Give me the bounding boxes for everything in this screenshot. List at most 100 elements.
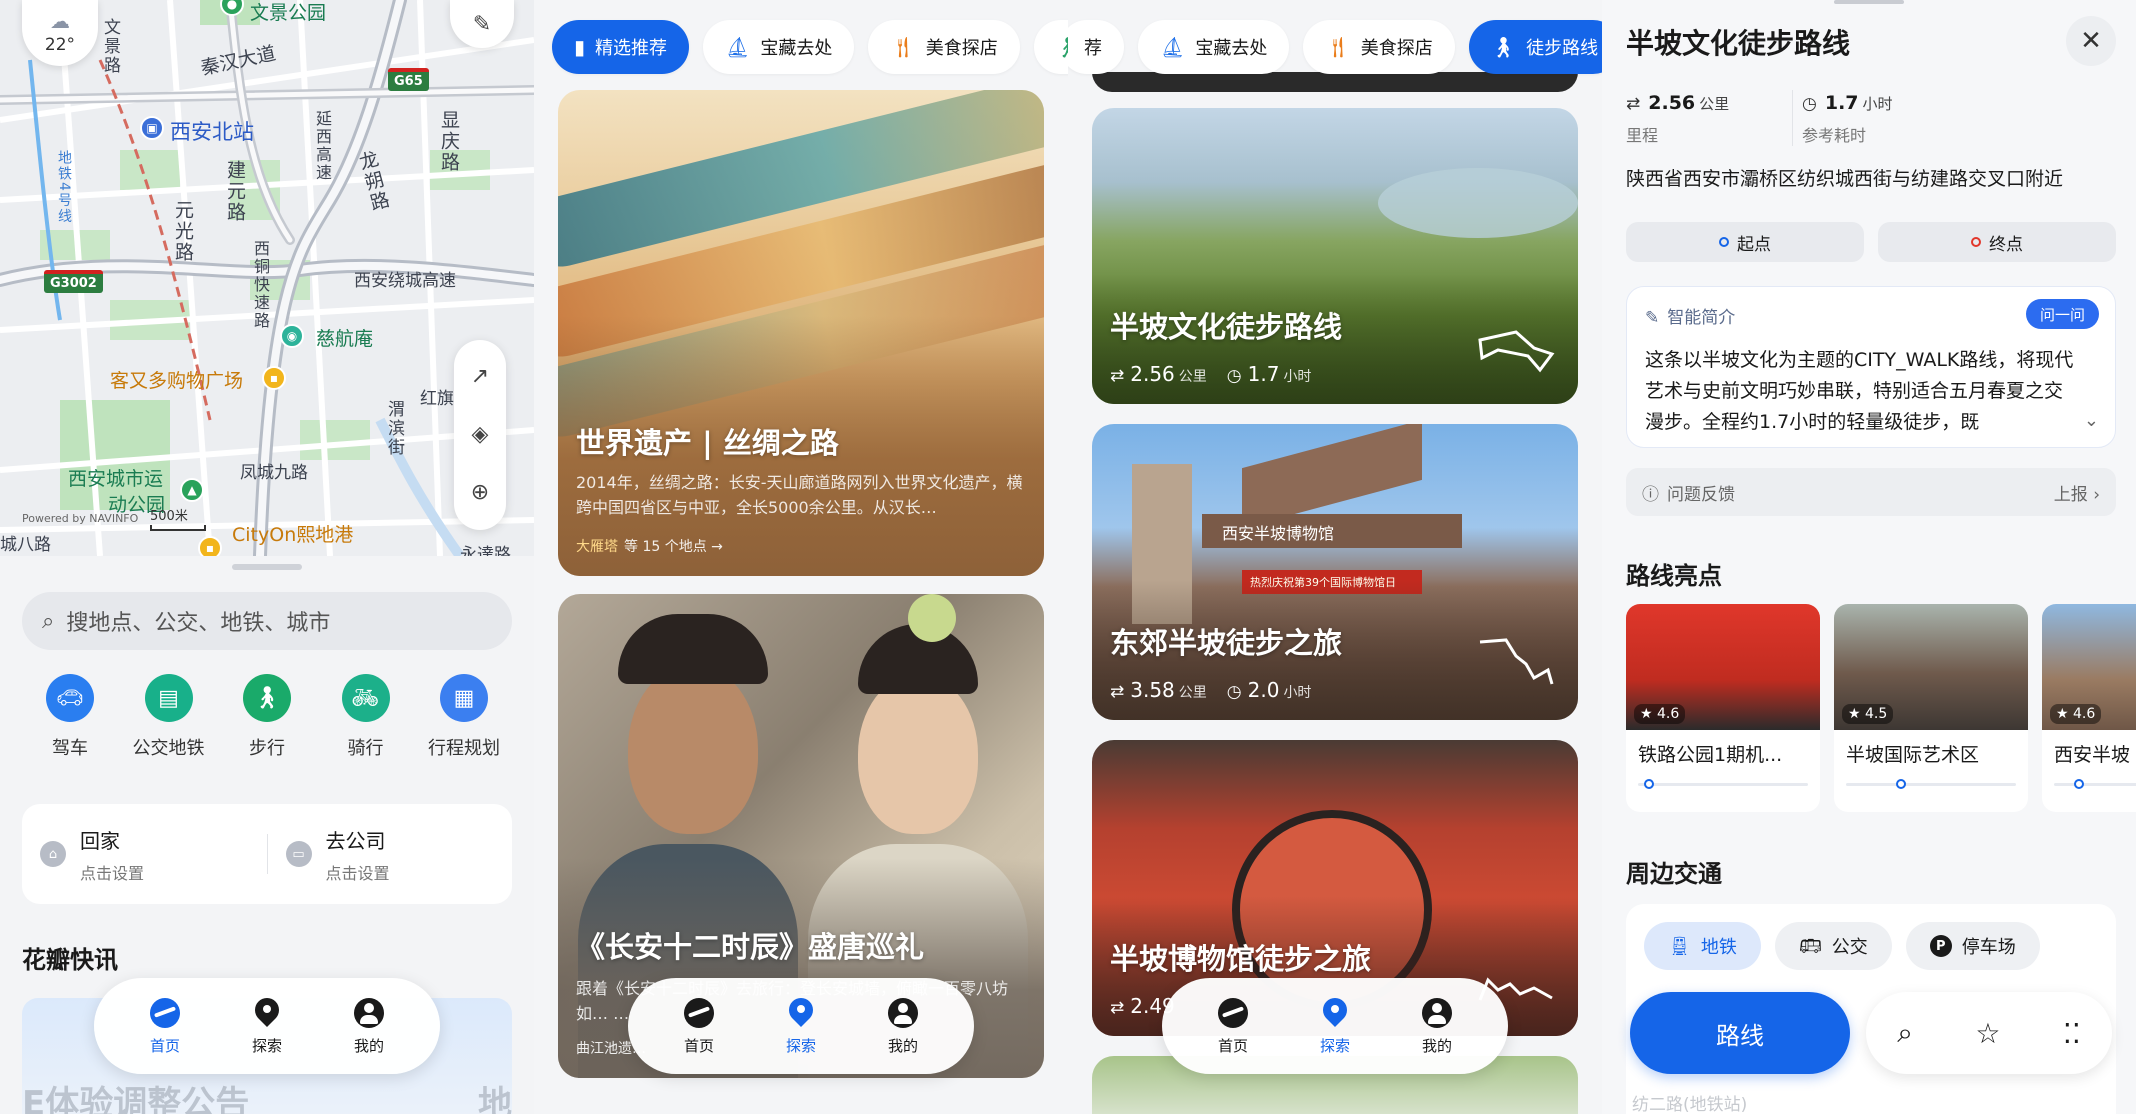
highlight-image: ★ 4.6	[2042, 604, 2136, 730]
edit-note-icon: ✎	[472, 11, 492, 37]
chip-walk-routes[interactable]: 🚶︎ 徒步路线	[1468, 20, 1602, 74]
rating-value: 4.6	[1657, 706, 1680, 722]
direction-arrow-icon[interactable]: ↗	[471, 366, 489, 388]
chip-featured[interactable]: 荐	[1068, 20, 1124, 74]
mode-walk[interactable]: 🚶︎ 步行	[219, 674, 315, 760]
distance-unit: 公里	[1178, 685, 1207, 701]
map-label-station[interactable]: 西安北站	[170, 116, 254, 146]
mode-label: 行程规划	[428, 738, 500, 759]
highlight-track	[1846, 779, 2016, 789]
mode-trip-plan[interactable]: ▦ 行程规划	[416, 674, 512, 760]
map-label-park: 文景公园	[250, 2, 327, 24]
map-label-yongda: 永達路	[460, 545, 511, 556]
house-icon: ⌂	[40, 841, 66, 867]
bus-icon: ▤	[144, 674, 193, 722]
chip-food[interactable]: 🍴︎ 美食探店	[1303, 20, 1455, 74]
tab-profile[interactable]: 我的	[1397, 997, 1477, 1056]
map-label-fengcheng9: 凤城九路	[240, 463, 308, 483]
layers-icon[interactable]: ◈	[472, 424, 489, 446]
map-label-park-1[interactable]: 西安城市运	[68, 464, 163, 491]
tab-profile[interactable]: 我的	[863, 997, 943, 1056]
tab-home[interactable]: 首页	[1193, 997, 1273, 1056]
chevron-down-icon[interactable]: ⌄	[2084, 410, 2099, 431]
mode-label: 公交地铁	[132, 738, 205, 759]
fork-knife-icon: 🍴︎	[890, 35, 916, 59]
work-shortcut[interactable]: ▭ 去公司 点击设置	[268, 825, 513, 884]
silk-road-card[interactable]: 世界遗产 | 丝绸之路 2014年，丝绸之路：长安-天山廊道路网列入世界文化遗产…	[558, 90, 1044, 576]
search-input[interactable]: ⌕ 搜地点、公交、地铁、城市	[22, 592, 512, 650]
tab-explore[interactable]: 探索	[227, 997, 307, 1056]
tab-explore[interactable]: 探索	[1295, 997, 1375, 1056]
gate-sign-text: 西安半坡博物馆	[1222, 524, 1335, 543]
mode-bike[interactable]: 🚲︎ 骑行	[318, 674, 414, 760]
route-time: ◷ 1.7 小时	[1227, 362, 1312, 386]
clock-icon: ◷	[1802, 94, 1817, 114]
chip-treasure[interactable]: ⛵︎ 宝藏去处	[1138, 20, 1290, 74]
feedback-row[interactable]: ⓘ 问题反馈 上报 ›	[1626, 468, 2116, 516]
tab-explore[interactable]: 探索	[761, 997, 841, 1056]
route-detail-title: 半坡文化徒步路线	[1626, 27, 1851, 60]
end-dot-icon	[1971, 237, 1981, 247]
map-label-cihang[interactable]: 慈航庵	[316, 324, 373, 351]
map-label-express: 延西高速	[313, 110, 332, 182]
tab-bus[interactable]: 🚌︎ 公交	[1774, 922, 1892, 970]
scale-text: 500米	[150, 509, 188, 524]
map-view[interactable]: 文景公园 ● 文景路 秦汉大道 G65 ▣ 西安北站 显庆路 建元路 元光路 龙…	[0, 0, 534, 556]
route-address: 陕西省西安市灞桥区纺织城西街与纺建路交叉口附近	[1626, 168, 2064, 190]
figure-hair	[618, 614, 768, 684]
chip-treasure[interactable]: ⛵︎ 宝藏去处	[703, 20, 855, 74]
g65-shield: G65	[388, 68, 429, 91]
ai-summary-card: ✎ 智能简介 问一问 这条以半坡文化为主题的CITY_WALK路线，将现代艺术与史…	[1626, 286, 2116, 448]
train-station-icon[interactable]: ▣	[140, 116, 164, 140]
close-button[interactable]: ✕	[2066, 16, 2116, 66]
highlight-card[interactable]: ★ 4.6 铁路公园1期机...	[1626, 604, 1820, 812]
figure-face	[858, 674, 978, 834]
end-point-button[interactable]: 终点	[1878, 222, 2116, 262]
map-label-jianyuan: 建元路	[224, 160, 246, 223]
track-dot	[1644, 779, 1654, 789]
more-icon[interactable]: ⁚⁚	[2063, 1017, 2081, 1050]
mode-transit[interactable]: ▤ 公交地铁	[121, 674, 217, 760]
distance-icon: ⇄	[1110, 366, 1125, 386]
sheet-handle[interactable]	[232, 564, 302, 570]
locate-icon[interactable]: ⊕	[471, 482, 489, 504]
tab-home[interactable]: 首页	[125, 997, 205, 1056]
search-icon[interactable]: ⌕	[1897, 1016, 1913, 1050]
highlight-track	[2054, 779, 2136, 789]
star-icon[interactable]: ☆	[1975, 1017, 2000, 1050]
time-value: 1.7	[1247, 362, 1280, 386]
figure-ornament	[908, 594, 956, 642]
transport-tabs: 🚆︎ 地铁 🚌︎ 公交 P 停车场	[1644, 922, 2040, 970]
report-link[interactable]: 上报 ›	[2054, 480, 2100, 505]
map-label-cityon[interactable]: CityOn熙地港	[232, 520, 353, 547]
route-card[interactable]: 西安半坡博物馆 热烈庆祝第39个国际博物馆日 东郊半坡徒步之旅 ⇄3.58公里 …	[1092, 424, 1578, 720]
rating-badge: ★ 4.6	[1634, 704, 1686, 724]
time-unit: 小时	[1283, 685, 1312, 701]
chip-featured[interactable]: ▮ 精选推荐	[552, 20, 690, 74]
shopping-poi-icon-2[interactable]: ▪	[198, 536, 222, 556]
tab-home[interactable]: 首页	[659, 997, 739, 1056]
mode-drive[interactable]: 🚗︎ 驾车	[22, 674, 118, 760]
chip-walk[interactable]: 🚶︎	[1033, 20, 1068, 74]
chip-label: 徒步路线	[1526, 38, 1599, 59]
tab-metro[interactable]: 🚆︎ 地铁	[1644, 922, 1761, 970]
map-label-mall[interactable]: 客又多购物广场	[110, 366, 243, 393]
tab-profile[interactable]: 我的	[329, 997, 409, 1056]
tab-parking[interactable]: P 停车场	[1905, 922, 2040, 970]
sheet-handle[interactable]	[1834, 0, 1904, 4]
walk-icon: 🚶︎	[243, 674, 291, 722]
home-shortcut[interactable]: ⌂ 回家 点击设置	[22, 825, 267, 884]
highlight-card[interactable]: ★ 4.5 半坡国际艺术区	[1834, 604, 2028, 812]
travel-modes: 🚗︎ 驾车 ▤ 公交地铁 🚶︎ 步行 🚲︎ 骑行 ▦ 行程规划	[22, 674, 512, 760]
park-poi-icon-2[interactable]: ▲	[180, 478, 204, 502]
ask-button[interactable]: 问一问	[2025, 299, 2099, 329]
start-point-button[interactable]: 起点	[1626, 222, 1864, 262]
map-label-xianqing: 显庆路	[438, 110, 460, 173]
route-button[interactable]: 路线	[1630, 992, 1850, 1074]
route-card[interactable]: 半坡文化徒步路线 ⇄ 2.56 公里 ◷ 1.7 小时	[1092, 108, 1578, 404]
chip-food[interactable]: 🍴︎ 美食探店	[868, 20, 1020, 74]
temple-poi-icon[interactable]: ◉	[280, 324, 304, 348]
shopping-poi-icon[interactable]: ▪	[262, 366, 286, 390]
bottom-tab-bar: 首页 探索 我的	[1162, 978, 1508, 1074]
highlight-card[interactable]: ★ 4.6 西安半坡	[2042, 604, 2136, 812]
